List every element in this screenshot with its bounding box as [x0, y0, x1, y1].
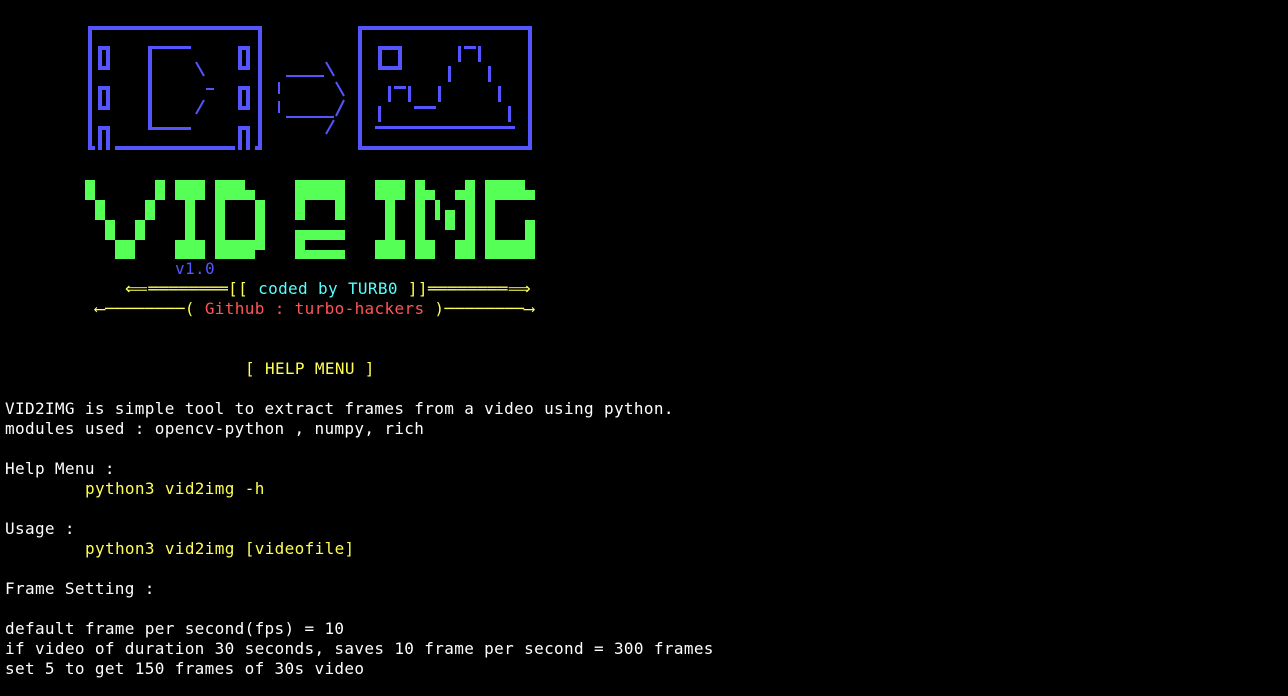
arrow-icon — [286, 75, 324, 77]
frame-setting-label: Frame Setting : — [5, 579, 155, 598]
vid2img-title-art — [85, 180, 535, 259]
help-menu-command: python3 vid2img -h — [85, 479, 265, 498]
github-line: ⟵────────( Github : turbo-hackers )─────… — [95, 299, 534, 319]
usage-label: Usage : — [5, 519, 75, 538]
left-arrow-line: ⟵──────── — [95, 299, 185, 318]
credit-text: coded by TURB0 — [258, 279, 398, 298]
github-open: ( — [184, 299, 205, 318]
film-icon — [88, 26, 262, 30]
help-menu-label: Help Menu : — [5, 459, 115, 478]
github-text: Github : turbo-hackers — [204, 299, 425, 318]
terminal-window: v1.0 ⟸════════[[ coded by TURB0 ]]══════… — [0, 0, 1288, 696]
right-arrow-line: ────────⟶ — [444, 299, 535, 318]
usage-command: python3 vid2img [videofile] — [85, 539, 355, 558]
fps-default-line: default frame per second(fps) = 10 — [5, 619, 345, 638]
fps-set-line: set 5 to get 150 frames of 30s video — [5, 659, 365, 678]
intro-line-2: modules used : opencv-python , numpy, ri… — [5, 419, 425, 438]
intro-line-1: VID2IMG is simple tool to extract frames… — [5, 399, 674, 418]
help-menu-title: [ HELP MENU ] — [245, 359, 375, 378]
github-close: ) — [424, 299, 445, 318]
version-label: v1.0 — [175, 259, 215, 278]
credit-left-bracket: [[ — [228, 279, 259, 298]
credit-right-bracket: ]] — [397, 279, 428, 298]
credit-line: ⟸════════[[ coded by TURB0 ]]════════⟹ — [125, 279, 531, 299]
right-arrow-bar: ════════⟹ — [427, 279, 531, 298]
image-icon — [358, 26, 532, 30]
vid2img-logo — [85, 26, 535, 259]
fps-example-line: if video of duration 30 seconds, saves 1… — [5, 639, 714, 658]
left-arrow-bar: ⟸════════ — [125, 279, 229, 298]
